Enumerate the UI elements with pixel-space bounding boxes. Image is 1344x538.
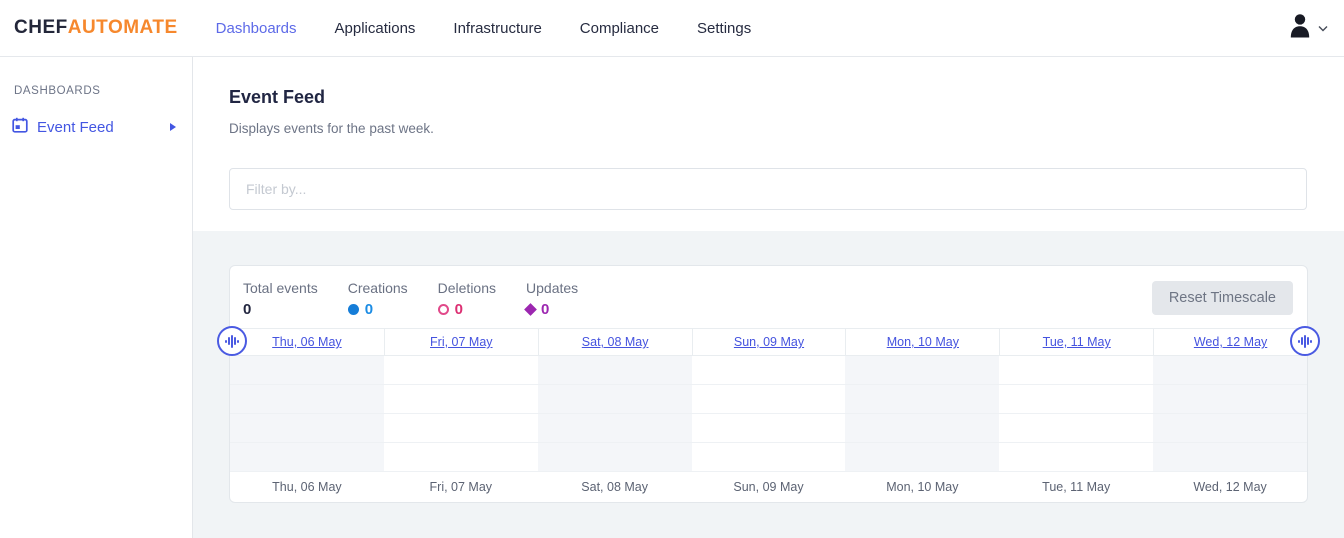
timeline-cell [692,356,846,384]
day-link[interactable]: Fri, 07 May [430,335,493,349]
nav-item-compliance[interactable]: Compliance [580,20,659,37]
stat-label: Creations [348,280,408,296]
day-label: Thu, 06 May [230,480,384,494]
nav-item-applications[interactable]: Applications [335,20,416,37]
filter-input[interactable] [229,168,1307,210]
nav-item-infrastructure[interactable]: Infrastructure [453,20,541,37]
logo-chef: CHEF [14,17,68,38]
logo-automate: AUTOMATE [68,17,178,38]
stat-count: 0 [365,301,373,318]
triangle-right-icon[interactable] [170,123,176,131]
timeline-cell [538,414,692,442]
stat-value: 0 [526,301,578,318]
stat-label: Total events [243,280,318,296]
timeline-cell [1153,385,1307,413]
main-nav: Dashboards Applications Infrastructure C… [216,20,752,37]
timeline-cell [384,414,538,442]
page-header: Event Feed Displays events for the past … [193,57,1344,231]
timeline-cell [692,414,846,442]
main-content: Event Feed Displays events for the past … [193,57,1344,538]
stat-creations: Creations 0 [348,280,408,318]
day-link[interactable]: Tue, 11 May [1043,335,1111,349]
timeline-cell [845,443,999,471]
stat-label: Updates [526,280,578,296]
timeline-day-header: Thu, 06 May Fri, 07 May Sat, 08 May Sun,… [230,328,1307,356]
timeline-cell [230,414,384,442]
stat-count: 0 [541,301,549,318]
day-label: Mon, 10 May [845,480,999,494]
chef-automate-logo[interactable]: CHEFAUTOMATE [14,17,178,39]
timeline-cell [999,443,1153,471]
stat-label: Deletions [438,280,496,296]
timeline-cell [384,385,538,413]
timeline-cell [230,385,384,413]
timeline-cell [692,443,846,471]
stat-count: 0 [455,301,463,318]
day-link[interactable]: Mon, 10 May [887,335,959,349]
timeline-cell [1153,443,1307,471]
outlined-circle-icon [438,304,449,315]
timeline-cell [845,356,999,384]
filled-diamond-icon [524,303,537,316]
user-icon [1289,13,1311,43]
day-label: Wed, 12 May [1153,480,1307,494]
timeline-grid [230,356,1307,472]
stat-value: 0 [438,301,496,318]
event-feed-section: Total events 0 Creations 0 Deletions [193,231,1344,538]
timeline-cell [999,356,1153,384]
timeline-cell [538,385,692,413]
chevron-down-icon [1318,19,1328,37]
timescale-slider-icon-left[interactable] [217,326,247,356]
filled-circle-icon [348,304,359,315]
stat-total-events: Total events 0 [243,280,318,318]
timeline-cell [384,443,538,471]
nav-item-settings[interactable]: Settings [697,20,751,37]
timeline-cell [999,385,1153,413]
event-feed-card: Total events 0 Creations 0 Deletions [229,265,1308,503]
reset-timescale-button[interactable]: Reset Timescale [1152,281,1293,315]
timeline-cell [538,443,692,471]
stat-value: 0 [348,301,408,318]
day-link[interactable]: Sat, 08 May [582,335,649,349]
day-link[interactable]: Sun, 09 May [734,335,804,349]
stat-deletions: Deletions 0 [438,280,496,318]
timeline-row [230,385,1307,414]
event-timeline: Thu, 06 May Fri, 07 May Sat, 08 May Sun,… [230,328,1307,502]
user-menu[interactable] [1289,13,1328,43]
page-title: Event Feed [229,87,1307,108]
timeline-row [230,443,1307,472]
day-label: Sat, 08 May [538,480,692,494]
timeline-cell [538,356,692,384]
stat-value: 0 [243,301,318,318]
calendar-icon [12,117,28,137]
day-label: Sun, 09 May [692,480,846,494]
timeline-cell [230,356,384,384]
timeline-cell [845,414,999,442]
sidebar: DASHBOARDS Event Feed [0,57,193,538]
timeline-cell [384,356,538,384]
day-label: Fri, 07 May [384,480,538,494]
timescale-slider-icon-right[interactable] [1290,326,1320,356]
sidebar-item-label: Event Feed [37,119,114,136]
timeline-cell [1153,356,1307,384]
timeline-cell [845,385,999,413]
day-link[interactable]: Thu, 06 May [272,335,341,349]
sidebar-item-event-feed[interactable]: Event Feed [0,117,192,137]
timeline-cell [999,414,1153,442]
day-link[interactable]: Wed, 12 May [1194,335,1267,349]
nav-item-dashboards[interactable]: Dashboards [216,20,297,37]
top-bar: CHEFAUTOMATE Dashboards Applications Inf… [0,0,1344,57]
page-subtitle: Displays events for the past week. [229,121,1307,136]
day-label: Tue, 11 May [999,480,1153,494]
app-shell: DASHBOARDS Event Feed Event Feed Display… [0,57,1344,538]
timeline-row [230,356,1307,385]
timeline-day-footer: Thu, 06 May Fri, 07 May Sat, 08 May Sun,… [230,472,1307,502]
timeline-row [230,414,1307,443]
stats-row: Total events 0 Creations 0 Deletions [230,266,1307,328]
timeline-cell [230,443,384,471]
sidebar-section-label: DASHBOARDS [0,85,192,97]
stat-updates: Updates 0 [526,280,578,318]
timeline-cell [1153,414,1307,442]
timeline-cell [692,385,846,413]
